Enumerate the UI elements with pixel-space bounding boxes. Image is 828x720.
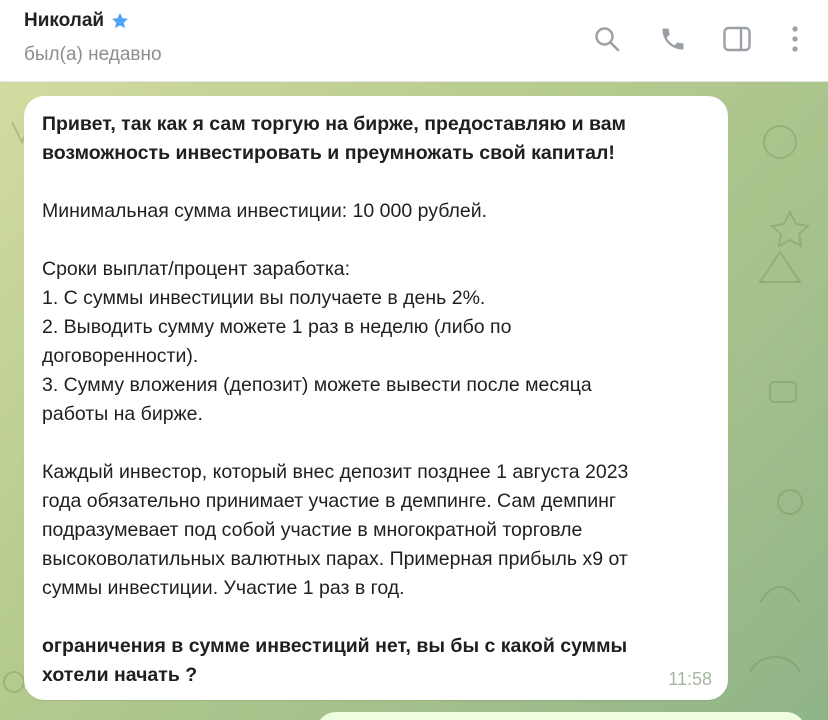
phone-icon[interactable] bbox=[658, 24, 688, 54]
search-icon[interactable] bbox=[592, 24, 622, 54]
message-line: Минимальная сумма инвестиции: 10 000 руб… bbox=[42, 200, 488, 222]
message-line: 2. Выводить сумму можете 1 раз в неделю … bbox=[42, 316, 512, 338]
message-line: хотели начать ? bbox=[42, 664, 198, 686]
message-line: договоренности). bbox=[42, 345, 199, 367]
contact-name-row[interactable]: Николай bbox=[24, 10, 130, 32]
contact-status: был(а) недавно bbox=[24, 44, 162, 65]
message-line: суммы инвестиции. Участие 1 раз в год. bbox=[42, 577, 405, 599]
message-line: подразумевает под собой участие в многок… bbox=[42, 519, 583, 541]
message-line: ограничения в сумме инвестиций нет, вы б… bbox=[42, 635, 628, 657]
message-bubble[interactable]: Привет, так как я сам торгую на бирже, п… bbox=[24, 96, 728, 700]
more-vertical-icon[interactable] bbox=[780, 24, 810, 54]
next-message-bubble[interactable] bbox=[316, 712, 806, 720]
chat-header: Николай был(а) недавно bbox=[0, 0, 828, 82]
star-icon bbox=[110, 11, 130, 31]
message-line: 1. С суммы инвестиции вы получаете в ден… bbox=[42, 287, 486, 309]
message-line: 3. Сумму вложения (депозит) можете вывес… bbox=[42, 374, 592, 396]
chat-background: Привет, так как я сам торгую на бирже, п… bbox=[0, 82, 828, 720]
message-time: 11:58 bbox=[668, 669, 712, 689]
message-line: возможность инвестировать и преумножать … bbox=[42, 142, 615, 164]
contact-name[interactable]: Николай bbox=[24, 10, 104, 32]
message-line: Привет, так как я сам торгую на бирже, п… bbox=[42, 113, 626, 135]
message-line: Сроки выплат/процент заработка: bbox=[42, 258, 351, 280]
message-line: Каждый инвестор, который внес депозит по… bbox=[42, 461, 629, 483]
sidebar-toggle-icon[interactable] bbox=[722, 24, 752, 54]
message-line: высоковолатильных валютных парах. Пример… bbox=[42, 548, 628, 570]
message-line: года обязательно принимает участие в дем… bbox=[42, 490, 616, 512]
message-line: работы на бирже. bbox=[42, 403, 203, 425]
